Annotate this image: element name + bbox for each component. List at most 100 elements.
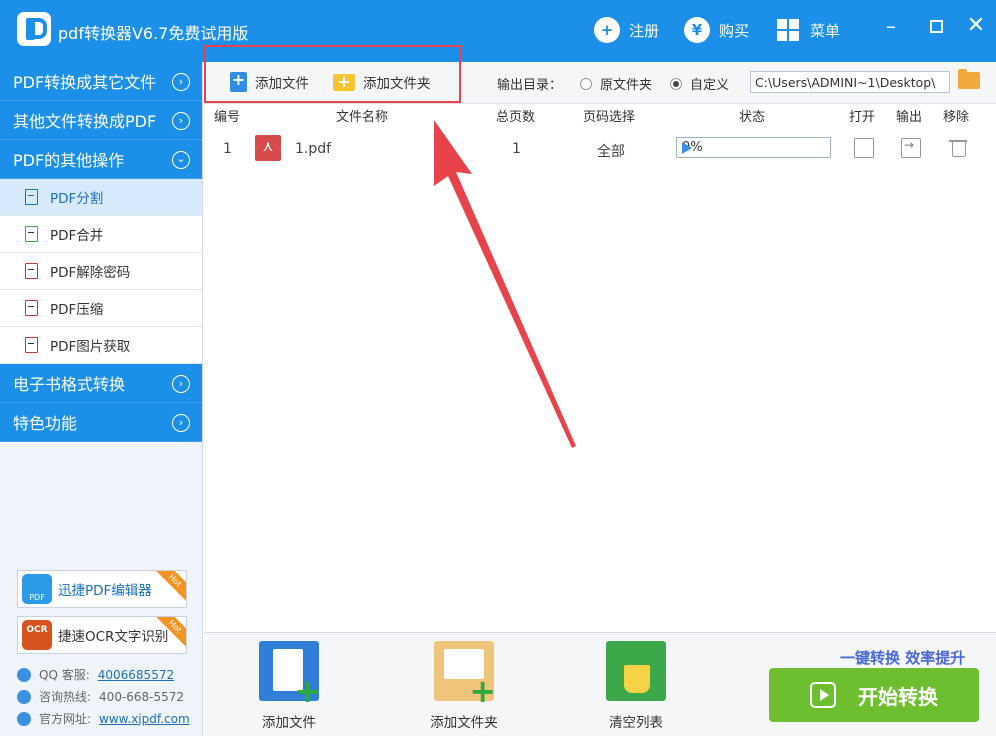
output-icon[interactable] — [901, 138, 921, 158]
start-convert-label: 开始转换 — [858, 684, 938, 709]
add-file-large-icon: + — [259, 641, 321, 707]
pdf-file-icon — [25, 300, 38, 316]
add-file-icon — [230, 70, 247, 92]
sidebar-category-features[interactable]: 特色功能 › — [0, 403, 202, 442]
pdf-file-icon — [25, 226, 38, 242]
sidebar-item-label: PDF合并 — [50, 228, 104, 244]
pdf-file-icon — [25, 189, 38, 205]
start-convert-button[interactable]: 开始转换 — [769, 668, 979, 722]
trash-icon[interactable] — [949, 138, 969, 158]
output-path-input[interactable] — [750, 71, 950, 93]
ocr-icon: OCR — [22, 620, 52, 650]
radio-circle — [580, 77, 592, 90]
col-output: 输出 — [896, 110, 923, 125]
arrow-shape — [434, 120, 576, 448]
sidebar-item-label: PDF图片获取 — [50, 339, 131, 355]
register-label: 注册 — [629, 21, 660, 40]
add-file-label: 添加文件 — [255, 76, 309, 92]
col-name: 文件名称 — [336, 110, 389, 125]
register-button[interactable]: + 注册 — [594, 15, 659, 45]
row-file-name: 1.pdf — [295, 141, 332, 157]
app-logo-icon — [17, 12, 51, 46]
hotline-value: 400-668-5572 — [99, 689, 185, 704]
clear-list-label: 清空列表 — [609, 715, 663, 731]
pdf-file-icon — [25, 337, 38, 353]
title-bar: pdf转换器V6.7免费试用版 + 注册 ¥ 购买 菜单 – ✕ — [0, 0, 996, 62]
website-contact: 官方网址: www.xjpdf.com — [17, 710, 190, 727]
col-open: 打开 — [849, 110, 876, 125]
hotline-contact: 咨询热线: 400-668-5572 — [17, 688, 184, 705]
play-icon — [810, 682, 836, 708]
sidebar-category-pdf-to-other[interactable]: PDF转换成其它文件 › — [0, 62, 202, 101]
file-table-header: 编号 文件名称 总页数 页码选择 状态 打开 输出 移除 — [204, 104, 996, 125]
buy-button[interactable]: ¥ 购买 — [684, 15, 749, 45]
add-folder-label: 添加文件夹 — [363, 76, 431, 92]
sidebar-item-pdf-image-extract[interactable]: PDF图片获取 — [0, 327, 202, 364]
website-label: 官方网址: — [39, 712, 92, 726]
qq-link[interactable]: 4006685572 — [98, 668, 174, 682]
headset-icon — [17, 689, 31, 704]
category-label: 特色功能 — [13, 414, 78, 433]
menu-label: 菜单 — [810, 21, 841, 40]
sidebar-item-pdf-unlock[interactable]: PDF解除密码 — [0, 253, 202, 290]
hotline-label: 咨询热线: — [39, 690, 92, 704]
chevron-right-icon: › — [172, 112, 190, 130]
bottom-add-folder-button[interactable]: + 添加文件夹 — [414, 639, 514, 731]
app-title: pdf转换器V6.7免费试用版 — [58, 24, 249, 43]
minimize-button[interactable]: – — [879, 14, 903, 38]
ie-icon — [17, 711, 31, 726]
pdf-file-icon — [25, 263, 38, 279]
open-external-icon[interactable] — [854, 138, 874, 158]
annotation-arrow — [434, 120, 576, 448]
output-dir-label: 输出目录： — [497, 78, 563, 93]
radio-original-folder[interactable]: 原文件夹 — [580, 74, 652, 93]
chevron-right-icon: › — [172, 375, 190, 393]
maximize-button[interactable] — [924, 14, 948, 38]
category-label: 电子书格式转换 — [13, 375, 126, 394]
row-index: 1 — [223, 141, 232, 157]
pdf-file-icon — [255, 135, 281, 161]
pdf-editor-icon: PDF — [22, 574, 52, 604]
grid-menu-icon — [777, 19, 799, 41]
browse-folder-icon[interactable] — [958, 69, 980, 89]
promo-pdf-editor[interactable]: PDF 迅捷PDF编辑器 Hot — [17, 570, 187, 608]
clear-list-button[interactable]: 清空列表 — [586, 639, 686, 731]
col-remove: 移除 — [943, 110, 970, 125]
radio-label: 自定义 — [690, 78, 730, 93]
row-page-range[interactable]: 全部 — [597, 141, 625, 161]
sidebar-item-label: PDF压缩 — [50, 302, 104, 318]
add-file-button[interactable]: 添加文件 — [230, 70, 309, 92]
bottom-add-folder-label: 添加文件夹 — [430, 715, 498, 731]
radio-custom-folder[interactable]: 自定义 — [670, 74, 729, 93]
category-label: PDF转换成其它文件 — [13, 73, 157, 92]
sidebar-item-label: PDF解除密码 — [50, 265, 131, 281]
sidebar-item-pdf-split[interactable]: PDF分割 — [0, 179, 202, 216]
radio-circle-selected — [670, 77, 682, 90]
radio-label: 原文件夹 — [600, 78, 653, 93]
user-plus-icon: + — [594, 17, 620, 43]
add-folder-button[interactable]: 添加文件夹 — [333, 72, 431, 92]
menu-button[interactable]: 菜单 — [777, 15, 840, 45]
bottom-add-file-button[interactable]: + 添加文件 — [239, 639, 339, 731]
col-range: 页码选择 — [583, 110, 636, 125]
broom-icon — [606, 641, 666, 701]
add-folder-large-icon: + — [434, 641, 496, 707]
promo-label: 捷速OCR文字识别 — [58, 629, 169, 645]
yen-icon: ¥ — [684, 17, 710, 43]
sidebar-category-other-to-pdf[interactable]: 其他文件转换成PDF › — [0, 101, 202, 140]
table-row[interactable]: 1 1.pdf 1 全部 0% — [204, 126, 996, 172]
qq-label: QQ 客服: — [39, 668, 90, 682]
play-icon[interactable] — [682, 142, 692, 154]
sidebar: PDF转换成其它文件 › 其他文件转换成PDF › PDF的其他操作 ⌄ PDF… — [0, 62, 203, 736]
sidebar-item-pdf-merge[interactable]: PDF合并 — [0, 216, 202, 253]
slogan-text: 一键转换 效率提升 — [840, 649, 966, 667]
sidebar-category-ebook[interactable]: 电子书格式转换 › — [0, 364, 202, 403]
close-button[interactable]: ✕ — [964, 14, 988, 38]
promo-ocr[interactable]: OCR 捷速OCR文字识别 Hot — [17, 616, 187, 654]
sidebar-item-label: PDF分割 — [50, 191, 104, 207]
sidebar-category-pdf-other-ops[interactable]: PDF的其他操作 ⌄ — [0, 140, 202, 179]
sidebar-item-pdf-compress[interactable]: PDF压缩 — [0, 290, 202, 327]
chevron-right-icon: › — [172, 73, 190, 91]
website-link[interactable]: www.xjpdf.com — [99, 712, 190, 726]
col-index: 编号 — [214, 110, 241, 125]
